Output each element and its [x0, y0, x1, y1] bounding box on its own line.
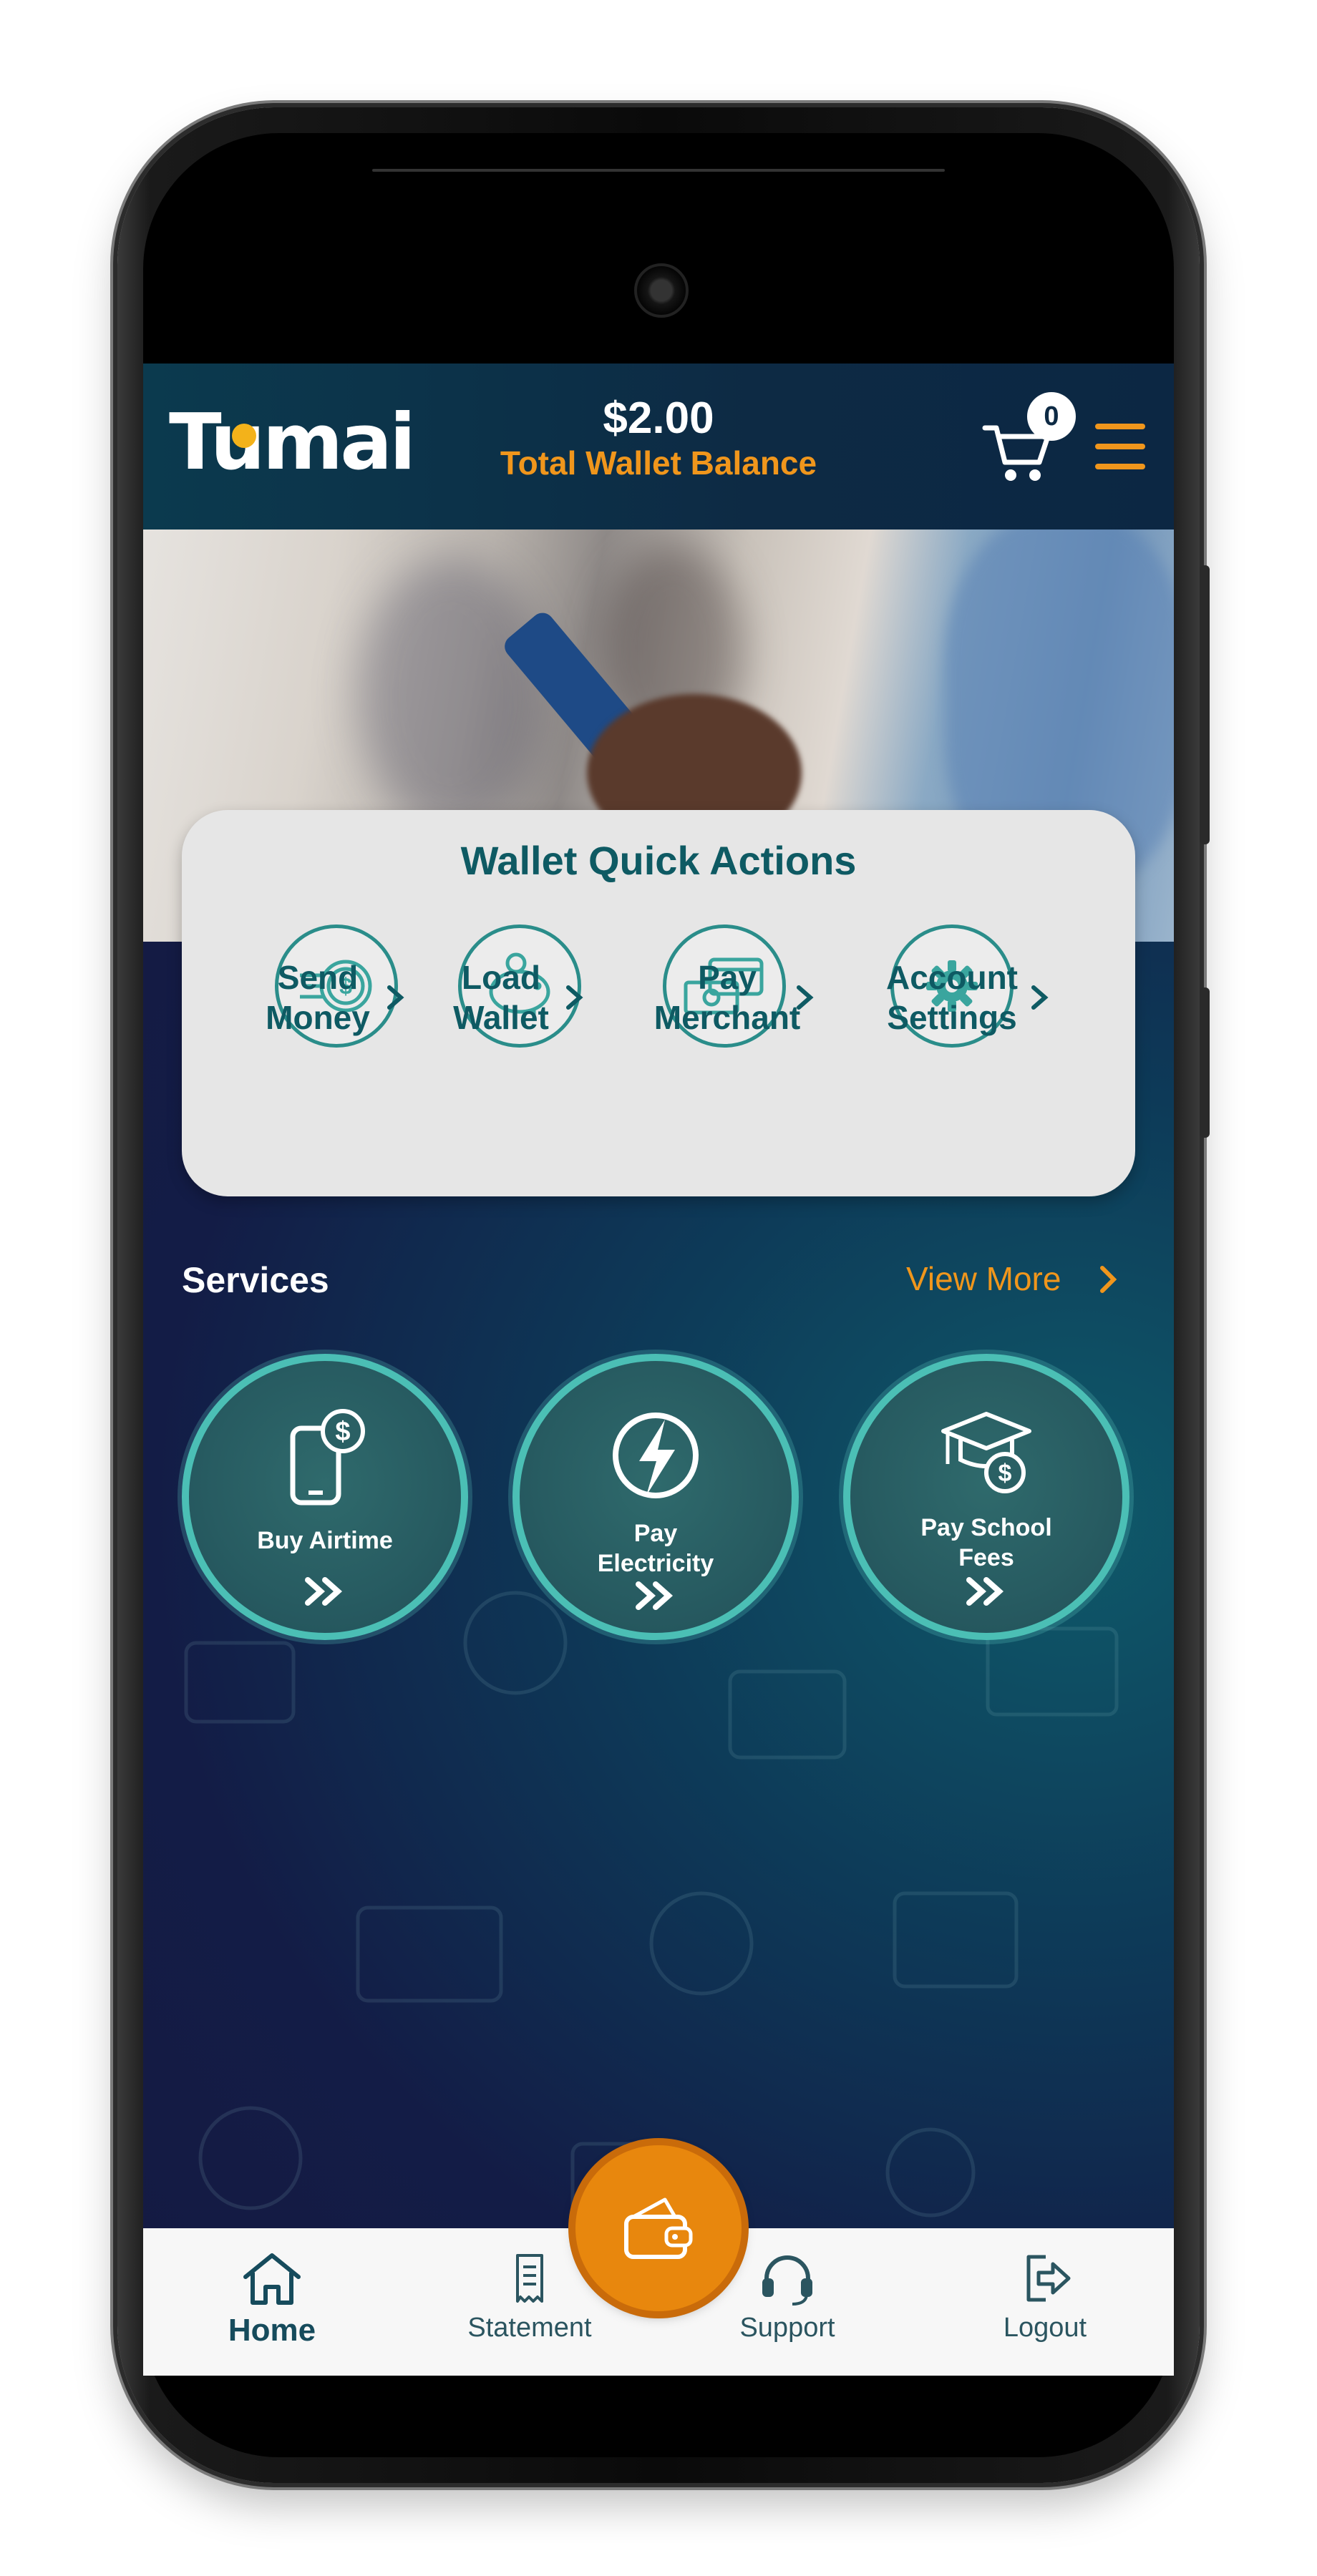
- wallet-quick-actions-card: Wallet Quick Actions $ Send Money Load W…: [182, 810, 1135, 1196]
- nav-label: Home: [228, 2313, 316, 2348]
- nav-home[interactable]: Home: [165, 2250, 379, 2348]
- graduation-dollar-icon: $: [941, 1412, 1031, 1493]
- svg-text:$: $: [335, 1417, 350, 1447]
- quick-action-label: Send Money: [266, 959, 370, 1036]
- headset-icon: [762, 2255, 812, 2306]
- chevron-right-icon: [387, 985, 404, 1010]
- wallet-balance: $2.00 Total Wallet Balance: [472, 394, 845, 482]
- chevron-right-icon: [566, 985, 583, 1010]
- nav-label: Statement: [467, 2313, 592, 2343]
- phone-dollar-icon: $: [290, 1409, 365, 1506]
- lightning-icon: [613, 1413, 699, 1498]
- nav-logout[interactable]: Logout: [938, 2250, 1152, 2343]
- receipt-icon: [516, 2254, 543, 2303]
- logo-dot-icon: [232, 424, 256, 448]
- wallet-icon: [624, 2197, 693, 2259]
- services-title: Services: [182, 1260, 329, 1300]
- nav-label: Logout: [1003, 2313, 1087, 2343]
- service-label: Pay School Fees: [920, 1514, 1052, 1571]
- service-label: Pay Electricity: [597, 1520, 714, 1577]
- power-button: [1200, 987, 1210, 1138]
- chevron-right-icon[interactable]: [1095, 1264, 1121, 1295]
- app-screen: Tumai $2.00 Total Wallet Balance 0 Walle…: [143, 364, 1174, 2376]
- home-icon: [243, 2253, 301, 2305]
- svg-text:$: $: [998, 1460, 1012, 1487]
- logo-text: Tumai: [169, 398, 416, 487]
- balance-label: Total Wallet Balance: [500, 444, 817, 482]
- tumai-logo[interactable]: Tumai: [169, 398, 416, 487]
- view-more-link[interactable]: View More: [906, 1259, 1061, 1298]
- wallet-center-button[interactable]: [575, 2145, 742, 2311]
- balance-amount: $2.00: [603, 394, 714, 443]
- double-chevron-icon: [966, 1577, 1004, 1606]
- double-chevron-icon: [305, 1577, 343, 1606]
- cart-count-badge: 0: [1027, 392, 1076, 441]
- service-pay-school-fees[interactable]: $ Pay School Fees: [843, 1354, 1129, 1640]
- quick-action-label: Load Wallet: [453, 959, 549, 1036]
- logout-icon: [1026, 2255, 1071, 2302]
- chevron-right-icon: [1031, 985, 1049, 1010]
- chevron-right-icon: [797, 985, 814, 1010]
- volume-button: [1200, 565, 1210, 844]
- service-label: Buy Airtime: [257, 1527, 393, 1554]
- double-chevron-icon: [636, 1581, 674, 1610]
- hamburger-menu-icon[interactable]: [1095, 424, 1145, 469]
- quick-actions-title: Wallet Quick Actions: [460, 838, 857, 883]
- app-header: Tumai $2.00 Total Wallet Balance 0: [143, 364, 1174, 530]
- nav-label: Support: [739, 2313, 835, 2343]
- service-pay-electricity[interactable]: Pay Electricity: [512, 1354, 799, 1640]
- speaker-grille: [372, 169, 945, 172]
- front-camera: [634, 263, 689, 318]
- service-buy-airtime[interactable]: $ Buy Airtime: [182, 1354, 468, 1640]
